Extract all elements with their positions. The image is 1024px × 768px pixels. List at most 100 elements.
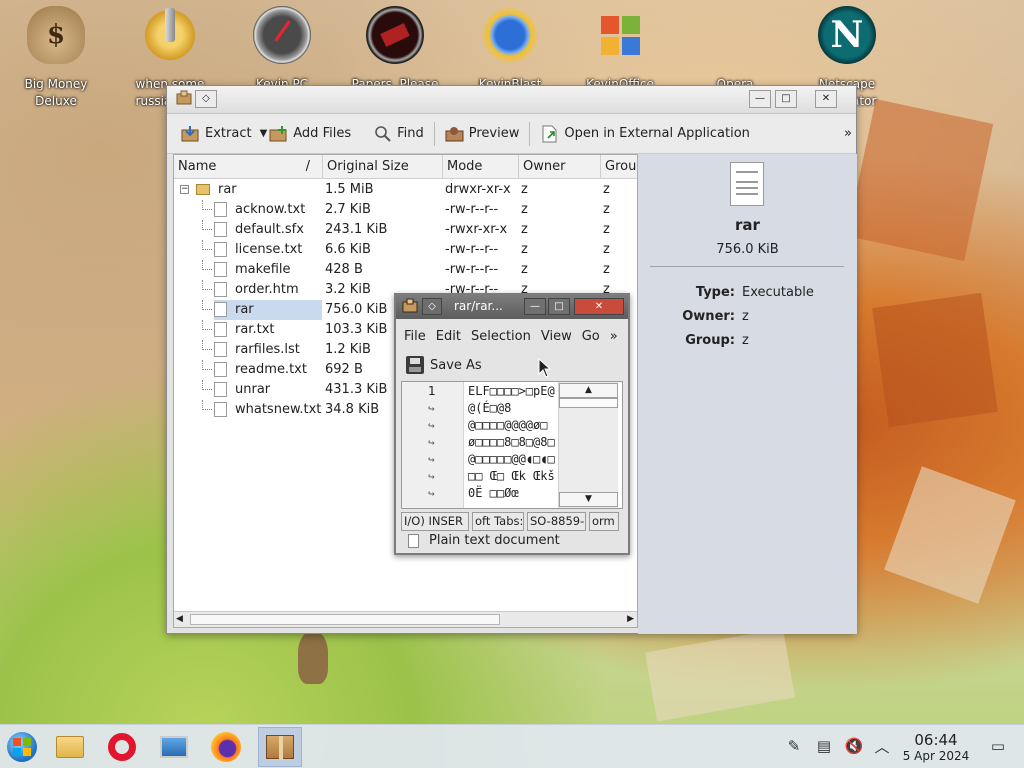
table-row[interactable]: makefile 428 B -rw-r--r-- z z	[174, 260, 637, 280]
scroll-right-icon[interactable]: ▶	[627, 612, 634, 627]
table-row[interactable]: license.txt 6.6 KiB -rw-r--r-- z z	[174, 240, 637, 260]
text-editor-area[interactable]: 1 ELF□□□□>□pE@ ↪ @(É□@8 ↪ @□□□□@@@@ø□ ↪ ø□□□□8…	[401, 381, 623, 509]
scrollbar-thumb[interactable]	[559, 398, 618, 408]
viewer-menubar: File Edit Selection View Go »	[396, 321, 628, 351]
open-external-icon	[540, 125, 560, 143]
close-button[interactable]: ✕	[574, 298, 624, 315]
scrollbar-thumb[interactable]	[190, 614, 500, 625]
desktop-icon-label: Big Money Deluxe	[24, 77, 88, 108]
details-divider	[650, 266, 844, 267]
row-name: rar.txt	[214, 320, 322, 340]
row-group: z	[603, 222, 610, 237]
file-icon	[214, 282, 227, 297]
menu-selection[interactable]: Selection	[471, 329, 531, 344]
file-icon	[214, 322, 227, 337]
menu-file[interactable]: File	[404, 329, 426, 344]
row-mode: -rw-r--r--	[445, 242, 499, 257]
opera-icon	[706, 6, 764, 64]
tree-line	[202, 300, 212, 310]
preview-icon	[445, 125, 465, 143]
horizontal-scrollbar[interactable]: ◀ ▶	[174, 611, 637, 627]
status-encoding[interactable]: SO-8859-1	[527, 512, 586, 531]
find-button[interactable]: Find	[367, 120, 430, 148]
extract-dropdown[interactable]: ▼	[258, 120, 270, 148]
scroll-down-icon[interactable]: ▼	[559, 492, 618, 507]
toolbar-overflow-button[interactable]: »	[842, 120, 854, 148]
desktop-icon-papers-please[interactable]: Papers, Please	[345, 6, 445, 93]
status-format[interactable]: orm	[589, 512, 619, 531]
menu-overflow[interactable]: »	[610, 329, 618, 344]
collapse-icon[interactable]: −	[180, 185, 189, 194]
maximize-button[interactable]: □	[548, 298, 570, 315]
clock-time: 06:44	[914, 731, 958, 749]
maximize-button[interactable]: □	[775, 90, 797, 108]
close-button[interactable]: ✕	[815, 90, 837, 108]
money-bag-icon: $	[27, 6, 85, 64]
column-name[interactable]: Name /	[174, 155, 323, 179]
status-input-mode[interactable]: I/O) INSER	[401, 512, 469, 531]
scroll-up-icon[interactable]: ▲	[559, 383, 618, 398]
tray-notes-icon[interactable]: ✎	[784, 735, 804, 757]
menu-go[interactable]: Go	[582, 329, 600, 344]
menu-edit[interactable]: Edit	[436, 329, 461, 344]
menu-view[interactable]: View	[541, 329, 572, 344]
column-owner[interactable]: Owner	[519, 155, 601, 179]
taskbar-opera[interactable]	[104, 730, 140, 764]
taskbar-firefox[interactable]	[208, 730, 244, 764]
archive-titlebar[interactable]: ◇ — □ ✕	[167, 86, 856, 114]
table-row[interactable]: − rar 1.5 MiB drwxr-xr-x z z	[174, 180, 637, 200]
row-name-label: acknow.txt	[235, 202, 306, 217]
status-tabs[interactable]: oft Tabs:	[472, 512, 524, 531]
keep-above-button[interactable]: ◇	[195, 90, 217, 108]
clock[interactable]: 06:44 5 Apr 2024	[896, 731, 976, 764]
archive-box-icon	[266, 735, 294, 760]
toolbar-separator	[529, 121, 531, 146]
window-menu-icon[interactable]	[173, 90, 195, 108]
viewer-titlebar[interactable]: ◇ rar/rar... — □ ✕	[396, 295, 628, 319]
minimize-button[interactable]: —	[524, 298, 546, 315]
toolbar-separator	[433, 121, 435, 146]
save-as-button[interactable]: Save As	[406, 354, 482, 376]
tray-expand-icon[interactable]: ︿	[872, 735, 892, 757]
preview-button[interactable]: Preview	[439, 120, 526, 148]
start-button[interactable]	[4, 730, 40, 764]
tray-clipboard-icon[interactable]: ▤	[814, 735, 834, 757]
column-original-size[interactable]: Original Size	[323, 155, 443, 179]
table-row[interactable]: acknow.txt 2.7 KiB -rw-r--r-- z z	[174, 200, 637, 220]
wrap-marker-icon: ↪	[428, 436, 435, 449]
column-group[interactable]: Group	[601, 155, 637, 179]
show-desktop-icon[interactable]: ▭	[988, 735, 1008, 757]
tray-volume-muted-icon[interactable]: 🔇	[844, 735, 864, 757]
desktop-icon-big-money[interactable]: $ Big Money Deluxe	[6, 6, 106, 110]
taskbar-file-manager[interactable]	[52, 730, 88, 764]
wallpaper-shape	[872, 292, 998, 428]
wrap-marker-icon: ↪	[428, 402, 435, 415]
row-group: z	[603, 202, 610, 217]
wrap-marker-icon: ↪	[428, 487, 435, 500]
table-row[interactable]: default.sfx 243.1 KiB -rwxr-xr-x z z	[174, 220, 637, 240]
vertical-scrollbar[interactable]: ▲ ▼	[558, 382, 618, 508]
open-external-button[interactable]: Open in External Application	[534, 120, 756, 148]
add-files-button[interactable]: Add Files	[269, 120, 357, 148]
details-owner-label: Owner:	[682, 309, 735, 324]
row-mode: drwxr-xr-x	[445, 182, 511, 197]
taskbar-archive-manager[interactable]	[258, 727, 302, 767]
save-icon	[406, 356, 424, 374]
extract-button[interactable]: Extract	[175, 120, 258, 148]
open-external-label: Open in External Application	[564, 126, 750, 141]
details-file-size: 756.0 KiB	[716, 242, 779, 257]
details-group-value: z	[742, 333, 749, 348]
scroll-left-icon[interactable]: ◀	[176, 612, 183, 627]
file-icon	[214, 222, 227, 237]
row-name: acknow.txt	[214, 200, 322, 220]
desktop-icon-opera[interactable]: Opera	[685, 6, 785, 93]
row-name: whatsnew.txt	[214, 400, 322, 420]
column-mode[interactable]: Mode	[443, 155, 519, 179]
file-icon	[214, 402, 227, 417]
text-viewer-window: ◇ rar/rar... — □ ✕ File Edit Selection V…	[394, 293, 630, 555]
keep-above-button[interactable]: ◇	[422, 298, 442, 315]
taskbar-network[interactable]	[156, 730, 192, 764]
minimize-button[interactable]: —	[749, 90, 771, 108]
window-menu-icon[interactable]	[401, 298, 419, 318]
row-name-label: whatsnew.txt	[235, 402, 322, 417]
